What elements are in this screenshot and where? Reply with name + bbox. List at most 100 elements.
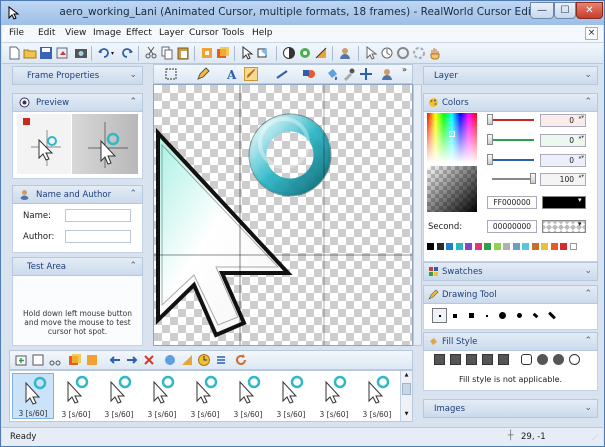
alpha-slider[interactable] [530,173,536,184]
red-value-field[interactable]: 0 [540,114,586,127]
open-folder-icon[interactable] [23,46,37,60]
undo-icon[interactable] [97,46,111,60]
fill-style-4[interactable] [482,354,493,365]
fill-style-5[interactable] [498,354,509,365]
shadow-icon[interactable] [314,46,328,60]
menu-effect[interactable]: Effect [126,28,152,38]
refresh-icon[interactable] [234,353,248,367]
collapse-icon[interactable]: ⌄ [129,70,137,80]
palette-swatch[interactable] [455,243,463,250]
palette-swatch[interactable] [484,243,491,250]
blue-slider[interactable] [487,154,493,165]
frames-scrollbar[interactable]: ▲ ▼ [400,371,412,421]
hotspot-icon[interactable] [240,46,254,60]
brush-size-3[interactable] [469,313,474,318]
name-author-header[interactable]: Name and Author ⌃ [12,185,143,204]
cursor-rotate-icon[interactable] [396,46,410,60]
busy-cursor-icon[interactable] [380,46,394,60]
palette-swatch[interactable] [427,243,434,250]
cursor-anim-icon[interactable] [412,46,426,60]
hand-icon[interactable] [428,46,442,60]
author-field[interactable] [65,230,131,243]
new-file-icon[interactable] [7,46,21,60]
fill-style-6[interactable] [521,354,532,365]
frame-thumbnail[interactable]: 3 [s/60] [98,373,140,419]
camera-icon[interactable] [74,46,88,60]
images-header[interactable]: Images ⌄ [423,399,598,418]
close-button[interactable]: ✕ [576,2,603,19]
timing-icon[interactable] [180,353,194,367]
frame-thumbnail[interactable]: 3 [s/60] [313,373,355,419]
clock-icon[interactable] [197,353,211,367]
alpha-value-field[interactable]: 100 [540,173,586,186]
collapse-icon[interactable]: ⌄ [584,403,592,413]
maximize-button[interactable]: ☐ [554,2,576,19]
palette-swatch[interactable] [541,243,548,250]
primary-hex-field[interactable]: FF000000 [487,196,537,209]
fill-style-1[interactable] [434,354,445,365]
brush-size-1[interactable] [432,308,447,323]
frame-thumbnail[interactable]: 3 [s/60] [12,373,54,419]
animate-icon[interactable] [163,353,177,367]
shape-tool-icon[interactable] [302,67,316,81]
palette-swatch[interactable] [446,243,453,250]
brush-size-2[interactable] [453,314,457,318]
blue-value-field[interactable]: 0 [540,154,586,167]
collapse-icon[interactable]: ⌃ [129,97,137,107]
palette-swatch[interactable] [560,243,567,250]
test-area-header[interactable]: Test Area ⌃ [12,257,143,276]
preview-header[interactable]: Preview ⌃ [12,93,143,112]
collapse-icon[interactable]: ⌄ [584,266,592,276]
frame-thumbnail[interactable]: 3 [s/60] [55,373,97,419]
alpha-preview[interactable] [427,166,477,212]
scroll-thumb[interactable] [402,383,411,395]
menu-view[interactable]: View [65,28,86,38]
frame-properties-header[interactable]: Frame Properties ⌄ [12,66,143,85]
title-bar[interactable]: aero_working_Lani (Animated Cursor, mult… [1,1,604,25]
menu-layer[interactable]: Layer [159,28,184,38]
cut-icon[interactable] [144,46,158,60]
add-frame-icon[interactable] [14,353,28,367]
collapse-icon[interactable]: ⌄ [584,70,592,80]
collapse-icon[interactable]: ⌃ [129,261,137,271]
move-left-icon[interactable] [108,353,122,367]
palette-swatch[interactable] [503,243,510,250]
pencil-icon[interactable] [196,67,210,81]
frame-thumbnail[interactable]: 3 [s/60] [270,373,312,419]
palette-swatch[interactable] [465,243,472,250]
editing-canvas[interactable] [153,84,413,346]
scroll-up-icon[interactable]: ▲ [402,372,411,381]
resize-icon[interactable] [216,46,230,60]
swatches-header[interactable]: Swatches ⌄ [423,262,598,281]
frame-copy-icon[interactable] [68,353,82,367]
resize-grip-icon[interactable]: ⋰ [592,434,598,441]
crop-icon[interactable] [200,46,214,60]
collapse-icon[interactable]: ⌃ [129,189,137,199]
text-tool-icon[interactable]: A [225,67,239,81]
menu-tools[interactable]: Tools [222,28,244,38]
eyedropper-icon[interactable] [342,67,356,81]
move-tool-icon[interactable] [359,67,373,81]
frame-thumbnail[interactable]: 3 [s/60] [356,373,398,419]
overflow-icon[interactable]: » [402,65,407,74]
fill-style-3[interactable] [466,354,477,365]
layer-header[interactable]: Layer ⌄ [423,66,598,85]
canvas-scrollbar[interactable] [413,84,422,346]
palette-swatch[interactable] [550,243,558,250]
menu-cursor[interactable]: Cursor [189,28,219,38]
brush-icon[interactable] [244,67,258,81]
user-icon[interactable] [338,46,352,60]
test-area[interactable]: Hold down left mouse button and move the… [12,276,143,346]
frame-cut-icon[interactable] [48,353,62,367]
delete-frame-icon[interactable] [142,353,156,367]
palette-swatch[interactable] [569,243,577,250]
frames-icon[interactable] [256,46,270,60]
menu-file[interactable]: File [9,28,24,38]
collapse-icon[interactable]: ⌃ [584,289,592,299]
minimize-button[interactable]: — [530,2,554,19]
move-right-icon[interactable] [125,353,139,367]
fill-style-8[interactable] [553,354,564,365]
export-icon[interactable] [55,46,69,60]
palette-swatch[interactable] [522,243,529,250]
frame-thumbnail[interactable]: 3 [s/60] [184,373,226,419]
